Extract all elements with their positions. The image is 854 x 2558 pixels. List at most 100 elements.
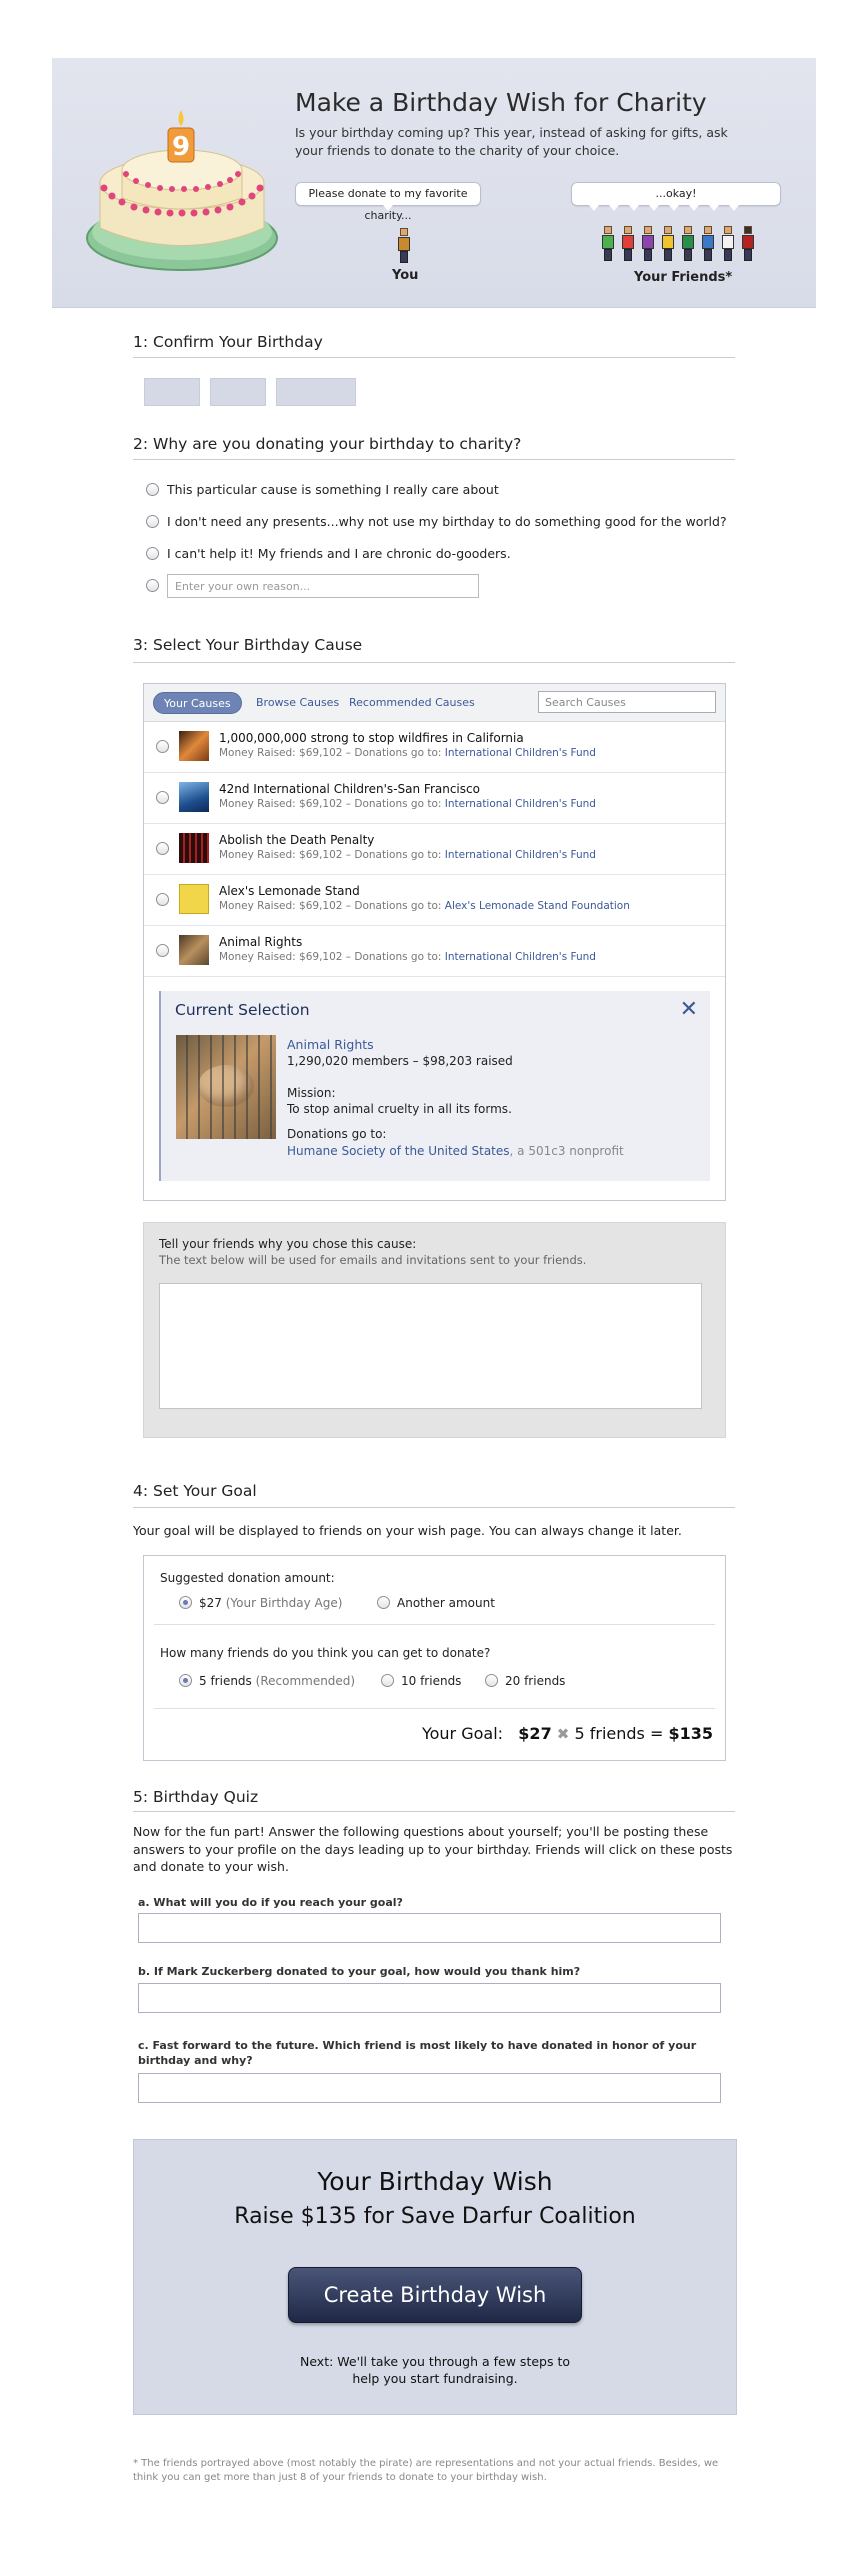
hero-title: Make a Birthday Wish for Charity bbox=[295, 88, 707, 117]
cause-row[interactable]: 42nd International Children's-San Franci… bbox=[144, 773, 725, 824]
cause-meta: Money Raised: $69,102 – Donations go to:… bbox=[219, 747, 596, 759]
cause-radio[interactable] bbox=[156, 893, 169, 906]
goal-panel: Suggested donation amount: $27 (Your Bir… bbox=[143, 1555, 726, 1761]
death-penalty-thumb bbox=[179, 833, 209, 863]
lemonade-thumb bbox=[179, 884, 209, 914]
current-cause-name-link[interactable]: Animal Rights bbox=[287, 1037, 374, 1052]
cause-radio[interactable] bbox=[156, 791, 169, 804]
you-caption: You bbox=[392, 268, 419, 283]
goal-description: Your goal will be displayed to friends o… bbox=[133, 1523, 682, 1538]
quiz-answer-a-input[interactable] bbox=[138, 1913, 721, 1943]
section-title-select-cause: 3: Select Your Birthday Cause bbox=[133, 636, 363, 654]
close-icon[interactable]: ✕ bbox=[680, 999, 698, 1021]
quiz-question-b: b. If Mark Zuckerberg donated to your go… bbox=[138, 1965, 581, 1978]
cause-row[interactable]: 1,000,000,000 strong to stop wildfires i… bbox=[144, 722, 725, 773]
tell-friends-subtext: The text below will be used for emails a… bbox=[159, 1253, 587, 1267]
you-bubble-pointer bbox=[383, 205, 393, 211]
birthday-year-select[interactable] bbox=[276, 378, 356, 406]
friend-figure bbox=[602, 226, 614, 262]
friends-option-20: 20 friends bbox=[505, 1674, 566, 1688]
reason-radio-2[interactable] bbox=[146, 515, 159, 528]
friends-bubble-pointer bbox=[609, 205, 619, 211]
cause-radio[interactable] bbox=[156, 842, 169, 855]
friends-bubble-pointer bbox=[589, 205, 599, 211]
reason-radio-own[interactable] bbox=[146, 579, 159, 592]
friend-figure bbox=[682, 226, 694, 262]
donations-label: Donations go to: bbox=[287, 1127, 387, 1141]
tell-friends-textarea[interactable] bbox=[159, 1283, 702, 1409]
section-title-set-goal: 4: Set Your Goal bbox=[133, 1482, 257, 1500]
reason-radio-3[interactable] bbox=[146, 547, 159, 560]
reason-label-1: This particular cause is something I rea… bbox=[167, 482, 499, 497]
friends-bubble-pointer bbox=[729, 205, 739, 211]
reason-radio-1[interactable] bbox=[146, 483, 159, 496]
friends-count-question: How many friends do you think you can ge… bbox=[160, 1646, 491, 1660]
friend-figure bbox=[702, 226, 714, 262]
cause-radio[interactable] bbox=[156, 740, 169, 753]
wish-goal: Raise $135 for Save Darfur Coalition bbox=[234, 2204, 636, 2229]
animal-rights-thumb bbox=[179, 935, 209, 965]
section-divider bbox=[133, 1811, 735, 1812]
friend-figure bbox=[662, 226, 674, 262]
cause-name: Abolish the Death Penalty bbox=[219, 833, 375, 847]
wish-heading: Your Birthday Wish bbox=[317, 2167, 553, 2196]
you-figure bbox=[398, 228, 410, 264]
cause-org-link[interactable]: International Children's Fund bbox=[445, 849, 596, 861]
cause-row[interactable]: Abolish the Death Penalty Money Raised: … bbox=[144, 824, 725, 875]
section-divider bbox=[133, 459, 735, 460]
tab-recommended-causes[interactable]: Recommended Causes bbox=[339, 692, 485, 714]
cause-org-link[interactable]: Alex's Lemonade Stand Foundation bbox=[445, 900, 630, 912]
birthday-cake-illustration: 9 bbox=[86, 110, 278, 271]
tab-browse-causes[interactable]: Browse Causes bbox=[246, 692, 349, 714]
search-causes-input[interactable]: Search Causes bbox=[538, 691, 716, 713]
create-birthday-wish-button[interactable]: Create Birthday Wish bbox=[288, 2267, 582, 2323]
current-selection-panel: Current Selection ✕ Animal Rights 1,290,… bbox=[159, 991, 710, 1181]
beneficiary-link[interactable]: Humane Society of the United States bbox=[287, 1144, 510, 1158]
amount-option-other: Another amount bbox=[397, 1596, 495, 1610]
section-title-birthday-quiz: 5: Birthday Quiz bbox=[133, 1788, 259, 1806]
cause-row[interactable]: Animal Rights Money Raised: $69,102 – Do… bbox=[144, 926, 725, 977]
friend-figure bbox=[722, 226, 734, 262]
friends-speech-bubble: ...okay! bbox=[571, 182, 781, 206]
quiz-question-a: a. What will you do if you reach your go… bbox=[138, 1896, 403, 1909]
friends-radio-5[interactable] bbox=[179, 1674, 192, 1687]
tab-your-causes[interactable]: Your Causes bbox=[153, 692, 242, 714]
amount-radio-birthday-age[interactable] bbox=[179, 1596, 192, 1609]
friend-figure bbox=[642, 226, 654, 262]
cause-tabs-bar: Your Causes Browse Causes Recommended Ca… bbox=[144, 684, 725, 722]
donation-amount-question: Suggested donation amount: bbox=[160, 1571, 335, 1585]
cause-meta: Money Raised: $69,102 – Donations go to:… bbox=[219, 849, 596, 861]
friend-figure bbox=[622, 226, 634, 262]
birthday-month-select[interactable] bbox=[144, 378, 200, 406]
cause-radio[interactable] bbox=[156, 944, 169, 957]
mission-label: Mission: bbox=[287, 1086, 336, 1100]
friends-radio-20[interactable] bbox=[485, 1674, 498, 1687]
quiz-answer-b-input[interactable] bbox=[138, 1983, 721, 2013]
quiz-answer-c-input[interactable] bbox=[138, 2073, 721, 2103]
cause-row[interactable]: Alex's Lemonade Stand Money Raised: $69,… bbox=[144, 875, 725, 926]
cause-org-link[interactable]: International Children's Fund bbox=[445, 798, 596, 810]
amount-radio-other[interactable] bbox=[377, 1596, 390, 1609]
friends-radio-10[interactable] bbox=[381, 1674, 394, 1687]
birthday-day-select[interactable] bbox=[210, 378, 266, 406]
friends-bubble-pointer bbox=[709, 205, 719, 211]
hero-banner: 9 Make a Birthday Wish for Charity Is yo… bbox=[52, 58, 816, 308]
friends-caption: Your Friends* bbox=[634, 270, 733, 285]
own-reason-input[interactable]: Enter your own reason... bbox=[167, 574, 479, 598]
tell-friends-heading: Tell your friends why you chose this cau… bbox=[159, 1237, 417, 1251]
friends-bubble-pointer bbox=[689, 205, 699, 211]
reason-label-2: I don't need any presents...why not use … bbox=[167, 514, 727, 529]
tell-friends-panel: Tell your friends why you chose this cau… bbox=[143, 1222, 726, 1438]
quiz-intro: Now for the fun part! Answer the followi… bbox=[133, 1824, 733, 1874]
friends-bubble-pointer bbox=[649, 205, 659, 211]
cause-meta: Money Raised: $69,102 – Donations go to:… bbox=[219, 951, 596, 963]
section-divider bbox=[133, 357, 735, 358]
cause-org-link[interactable]: International Children's Fund bbox=[445, 747, 596, 759]
friends-option-10: 10 friends bbox=[401, 1674, 462, 1688]
friends-bubble-pointer bbox=[629, 205, 639, 211]
friends-option-5: 5 friends (Recommended) bbox=[199, 1674, 356, 1688]
cause-org-link[interactable]: International Children's Fund bbox=[445, 951, 596, 963]
cause-meta: Money Raised: $69,102 – Donations go to:… bbox=[219, 900, 630, 912]
donations-recipient: Humane Society of the United States, a 5… bbox=[287, 1144, 624, 1158]
birthday-wish-summary: Your Birthday Wish Raise $135 for Save D… bbox=[133, 2139, 737, 2415]
